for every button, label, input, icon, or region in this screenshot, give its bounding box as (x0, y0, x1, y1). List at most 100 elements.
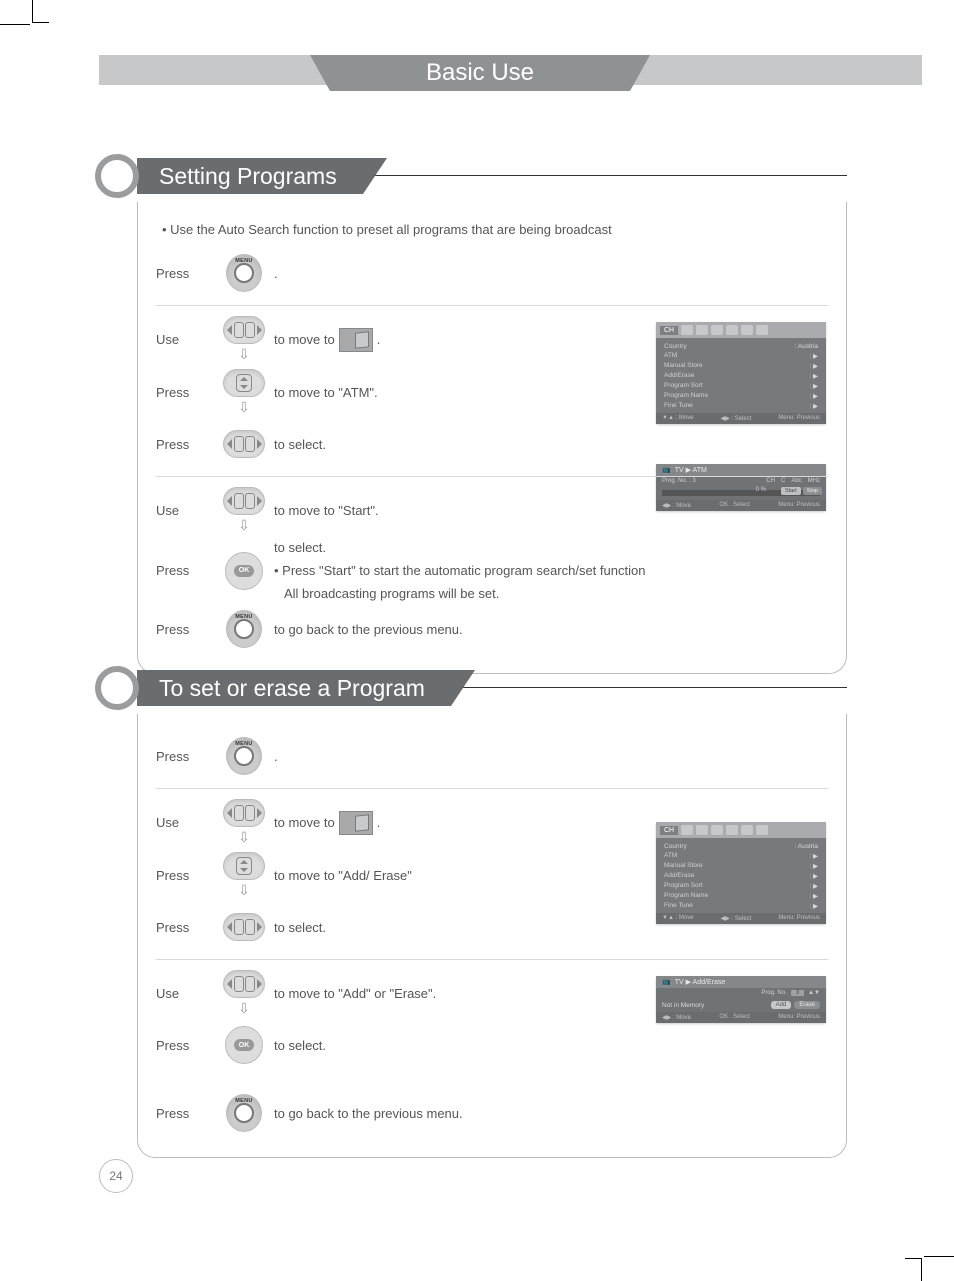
step-row: Press ⇩ to move to "Add/ Erase" (156, 852, 828, 899)
section-intro: • Use the Auto Search function to preset… (162, 222, 828, 237)
osd-footer-hint: ▼▲ : Move (662, 415, 694, 422)
step-verb: Press (156, 385, 214, 400)
step-row: Use ⇩ to move to "Start". (156, 487, 828, 534)
step-row: Press MENU to go back to the previous me… (156, 607, 828, 651)
step-verb: Press (156, 1038, 214, 1053)
icon-label: OK (234, 565, 254, 577)
menu-button-icon: MENU (226, 611, 262, 647)
step-desc: to move to "Start". (274, 503, 828, 518)
step-row: Press MENU . (156, 734, 828, 789)
left-right-button-icon (223, 487, 265, 515)
crop-mark (32, 0, 49, 23)
step-row: Press OK to select. (156, 1023, 828, 1067)
step-desc: to move to "Add/ Erase" (274, 868, 828, 883)
step-row: Press MENU . (156, 251, 828, 306)
step-desc: to select. (274, 1038, 828, 1053)
channel-thumb-icon (339, 328, 373, 352)
left-right-button-icon (223, 913, 265, 941)
step-verb: Press (156, 749, 214, 764)
section-title: To set or erase a Program (137, 670, 451, 706)
down-arrow-icon: ⇩ (238, 399, 250, 416)
header-title: Basic Use (330, 55, 630, 91)
down-arrow-icon: ⇩ (238, 1000, 250, 1017)
step-desc: to move to. (274, 328, 828, 352)
step-row: Press MENU to go back to the previous me… (156, 1091, 828, 1135)
osd-footer-hint: ◀▶ : Select (720, 415, 751, 422)
step-desc: to move to "ATM". (274, 385, 828, 400)
osd-field: Abc (791, 478, 801, 484)
icon-label: MENU (235, 258, 252, 264)
left-right-button-icon (223, 316, 265, 344)
step-verb: Use (156, 986, 214, 1001)
channel-thumb-icon (339, 811, 373, 835)
step-row: Use ⇩ to move to. (156, 799, 828, 846)
icon-label: MENU (235, 1098, 252, 1104)
menu-button-icon: MENU (226, 1095, 262, 1131)
section-marker-icon (95, 154, 139, 198)
step-desc-text: to move to (274, 815, 335, 830)
up-down-button-icon (223, 852, 265, 880)
step-verb: Press (156, 1106, 214, 1121)
manual-page: Basic Use Setting Programs • Use the Aut… (0, 0, 954, 1281)
down-arrow-icon: ⇩ (238, 346, 250, 363)
step-desc-text: . (377, 332, 381, 347)
ok-button-icon: OK (225, 552, 263, 590)
osd-prog-no: Prog. No. : 3 (662, 478, 696, 484)
osd-footer-hint: Menu: Previous (778, 415, 820, 422)
step-desc: to select. (274, 920, 828, 935)
step-verb: Press (156, 437, 214, 452)
menu-button-icon: MENU (226, 255, 262, 291)
left-right-button-icon (223, 799, 265, 827)
step-row: Press to select. (156, 422, 828, 477)
step-verb: Press (156, 920, 214, 935)
left-right-button-icon (223, 430, 265, 458)
section-set-erase-program: To set or erase a Program CH Country: Au… (99, 670, 847, 1158)
crop-mark (905, 1258, 922, 1281)
step-desc: to select. • Press "Start" to start the … (274, 540, 828, 601)
left-right-button-icon (223, 970, 265, 998)
step-desc-text: . (377, 815, 381, 830)
down-arrow-icon: ⇩ (238, 829, 250, 846)
icon-label: MENU (235, 741, 252, 747)
step-desc: . (274, 266, 828, 281)
step-desc-sub: All broadcasting programs will be set. (274, 586, 828, 601)
section-body: • Use the Auto Search function to preset… (137, 202, 847, 674)
step-desc: . (274, 749, 828, 764)
step-verb: Use (156, 815, 214, 830)
icon-label: OK (234, 1039, 254, 1051)
step-verb: Press (156, 622, 214, 637)
step-row: Use ⇩ to move to "Add" or "Erase". (156, 970, 828, 1017)
step-row: Press ⇩ to move to "ATM". (156, 369, 828, 416)
icon-label: MENU (235, 614, 252, 620)
section-marker-icon (95, 666, 139, 710)
step-desc: to move to. (274, 811, 828, 835)
step-desc: to go back to the previous menu. (274, 622, 828, 637)
step-verb: Press (156, 266, 214, 281)
crop-mark (924, 1238, 954, 1257)
step-desc: to move to "Add" or "Erase". (274, 986, 828, 1001)
step-desc: to go back to the previous menu. (274, 1106, 828, 1121)
down-arrow-icon: ⇩ (238, 882, 250, 899)
up-down-button-icon (223, 369, 265, 397)
step-row: Press to select. (156, 905, 828, 960)
step-desc-text: to select. (274, 540, 326, 555)
step-verb: Use (156, 503, 214, 518)
osd-field: CH (766, 478, 775, 484)
step-desc-sub: • Press "Start" to start the automatic p… (274, 563, 828, 578)
down-arrow-icon: ⇩ (238, 517, 250, 534)
step-row: Use ⇩ to move to. (156, 316, 828, 363)
menu-button-icon: MENU (226, 738, 262, 774)
page-number: 24 (99, 1159, 133, 1193)
step-desc-text: to move to (274, 332, 335, 347)
section-body: CH Country: Austria ATM: ▶ Manual Store:… (137, 714, 847, 1158)
section-setting-programs: Setting Programs • Use the Auto Search f… (99, 158, 847, 674)
osd-field: C (781, 478, 785, 484)
osd-field: MHz (808, 478, 820, 484)
crop-mark (0, 24, 30, 43)
step-verb: Press (156, 563, 214, 578)
step-verb: Press (156, 868, 214, 883)
section-title: Setting Programs (137, 158, 363, 194)
step-verb: Use (156, 332, 214, 347)
step-desc: to select. (274, 437, 828, 452)
step-row: Press OK to select. • Press "Start" to s… (156, 540, 828, 601)
